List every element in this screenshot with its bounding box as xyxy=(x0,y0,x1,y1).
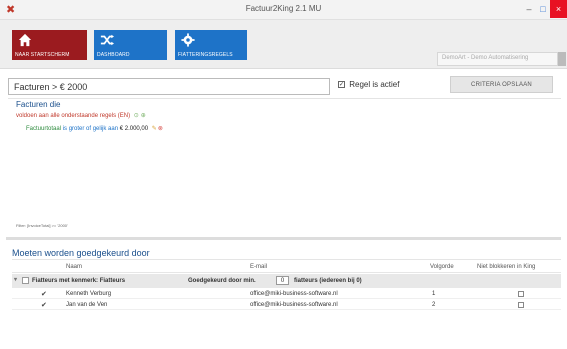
checkbox-box[interactable]: ✓ xyxy=(338,81,345,89)
column-header-no-block[interactable]: Niet blokkeren in King xyxy=(477,264,535,270)
title-bar: ✖ Factuur2King 2.1 MU – □ × xyxy=(0,0,567,20)
group-min-label: Goedgekeurd door min. xyxy=(188,278,256,284)
row-name: Kenneth Verburg xyxy=(66,291,112,297)
rule-condition[interactable]: Factuurtotaal is groter of gelijk aan € … xyxy=(26,125,163,132)
group-row[interactable]: ▾ Fiatteurs met kenmerk: Fiatteurs Goedg… xyxy=(12,274,561,288)
column-header-email[interactable]: E-mail xyxy=(250,264,267,270)
save-criteria-button[interactable]: CRITERIA OPSLAAN xyxy=(450,76,553,93)
minimize-button[interactable]: – xyxy=(522,0,536,18)
grid-header: Naam E-mail Volgorde Niet blokkeren in K… xyxy=(12,262,561,273)
collapse-icon[interactable]: ▾ xyxy=(14,277,20,283)
no-block-checkbox[interactable] xyxy=(518,302,524,308)
group-min-suffix: fiatteurs (iedereen bij 0) xyxy=(294,278,362,284)
group-label: Fiatteurs met kenmerk: Fiatteurs xyxy=(32,278,126,284)
group-checkbox[interactable] xyxy=(22,277,29,284)
options-icon[interactable]: ⊙ xyxy=(134,113,139,119)
row-name: Jan van de Ven xyxy=(66,302,108,308)
table-row[interactable]: ✔ Jan van de Ven office@miki-business-so… xyxy=(12,300,561,310)
filter-expression: Filter: [InvoiceTotal] >= '2000' xyxy=(16,223,68,228)
close-button[interactable]: × xyxy=(550,0,567,18)
panel-splitter[interactable] xyxy=(6,237,561,240)
row-email: office@miki-business-software.nl xyxy=(250,302,338,308)
column-header-order[interactable]: Volgorde xyxy=(430,264,454,270)
rule-active-checkbox[interactable]: ✓ Regel is actief xyxy=(338,80,399,89)
approval-section-title: Moeten worden goedgekeurd door xyxy=(12,248,150,258)
remove-icon[interactable]: ⊗ xyxy=(158,126,163,132)
row-order: 1 xyxy=(432,291,436,297)
rule-value[interactable]: € 2.000,00 xyxy=(120,126,148,132)
approval-rules-tile-button[interactable]: FIATTERINGSREGELS xyxy=(175,30,247,60)
section-divider xyxy=(12,259,561,260)
approval-rules-tile-label: FIATTERINGSREGELS xyxy=(178,52,233,58)
check-icon[interactable]: ✔ xyxy=(41,301,47,309)
add-icon[interactable]: ⊕ xyxy=(141,113,146,119)
home-tile-button[interactable]: NAAR STARTSCHERM xyxy=(12,30,87,60)
table-row[interactable]: ✔ Kenneth Verburg office@miki-business-s… xyxy=(12,289,561,299)
rule-active-label: Regel is actief xyxy=(349,80,400,89)
maximize-button[interactable]: □ xyxy=(536,0,550,18)
row-order: 2 xyxy=(432,302,436,308)
dashboard-tile-button[interactable]: DASHBOARD xyxy=(94,30,167,60)
panel-title: Facturen die xyxy=(16,100,61,109)
row-email: office@miki-business-software.nl xyxy=(250,291,338,297)
home-tile-label: NAAR STARTSCHERM xyxy=(15,52,70,58)
rule-root-label[interactable]: voldoen aan alle onderstaande regels (EN… xyxy=(16,113,130,119)
min-approvers-input[interactable]: 0 xyxy=(276,276,289,285)
gear-icon xyxy=(181,33,195,47)
window-title: Factuur2King 2.1 MU xyxy=(245,4,322,13)
check-icon[interactable]: ✔ xyxy=(41,290,47,298)
company-select-arrow[interactable] xyxy=(558,52,566,66)
rule-name-input[interactable]: Facturen > € 2000 xyxy=(8,78,330,95)
rule-field[interactable]: Factuurtotaal xyxy=(26,126,61,132)
rule-operator[interactable]: is groter of gelijk aan xyxy=(63,126,118,132)
home-icon xyxy=(18,33,32,47)
rule-root-group[interactable]: voldoen aan alle onderstaande regels (EN… xyxy=(16,112,146,119)
no-block-checkbox[interactable] xyxy=(518,291,524,297)
dashboard-tile-label: DASHBOARD xyxy=(97,52,130,58)
column-header-name[interactable]: Naam xyxy=(66,264,82,270)
company-select[interactable]: DemoArt - Demo Automatisering xyxy=(437,52,558,66)
shuffle-icon xyxy=(100,34,114,46)
edit-icon[interactable]: ✎ xyxy=(152,126,157,132)
